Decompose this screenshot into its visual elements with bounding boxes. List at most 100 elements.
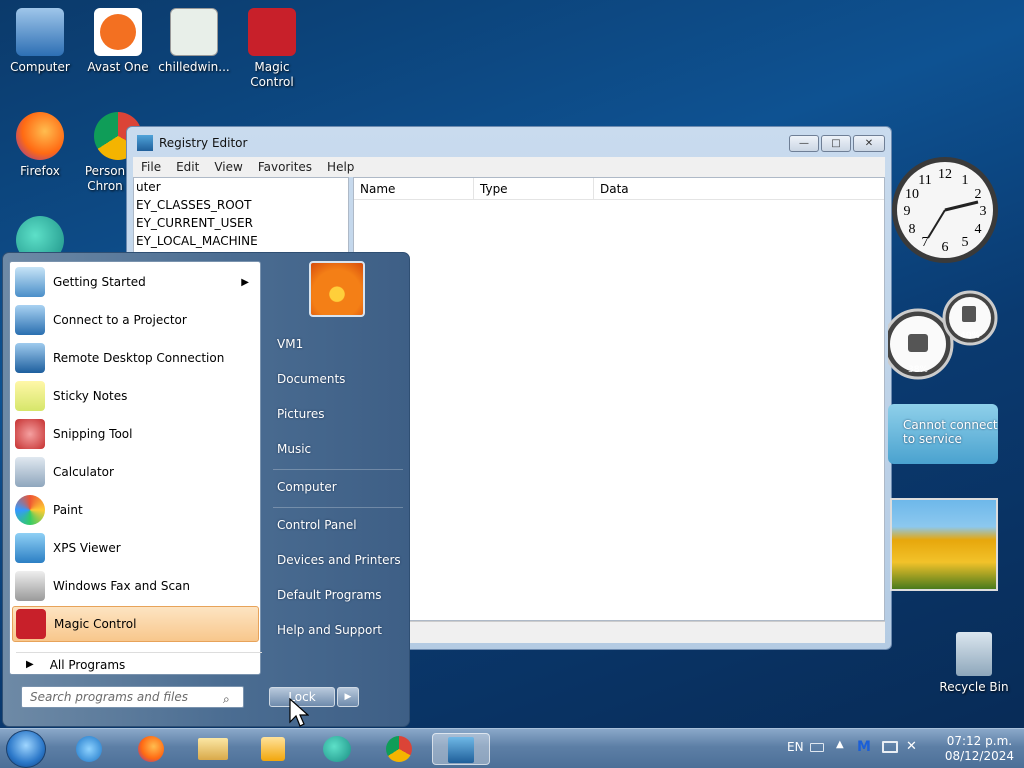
list-header: Name Type Data [354,178,884,200]
clock-number: 5 [962,235,969,250]
snipping-tool-icon [15,419,45,449]
menu-edit[interactable]: Edit [176,160,199,174]
avast-icon [94,8,142,56]
start-search-input[interactable]: Search programs and files ⌕ [21,686,244,708]
clock-number: 2 [975,187,982,202]
start-link-control-panel[interactable]: Control Panel [277,518,357,532]
clock-time: 07:12 p.m. [946,734,1013,748]
regedit-icon [448,737,474,763]
program-paint[interactable]: Paint [12,492,259,528]
sticky-notes-icon [15,381,45,411]
keyboard-icon[interactable] [810,743,824,752]
teal-app-icon [323,736,351,762]
desktop-icon-label: Avast One [87,60,149,74]
desktop-icon-label: chilledwin... [158,60,230,74]
menu-help[interactable]: Help [327,160,354,174]
menu-favorites[interactable]: Favorites [258,160,312,174]
clock-number: 12 [938,167,952,182]
search-icon[interactable]: ⌕ [223,689,237,706]
program-sticky-notes[interactable]: Sticky Notes [12,378,259,414]
desktop-icon-recycle-bin[interactable]: Recycle Bin [936,632,1012,695]
start-link-default-programs[interactable]: Default Programs [277,588,382,602]
program-xps-viewer[interactable]: XPS Viewer [12,530,259,566]
column-name[interactable]: Name [354,178,474,199]
program-calculator[interactable]: Calculator [12,454,259,490]
start-link-documents[interactable]: Documents [277,372,345,386]
clock-number: 3 [980,204,987,219]
weather-gadget[interactable]: Cannot connect to service [888,404,998,464]
start-link-user[interactable]: VM1 [277,337,303,351]
taskbar-teal-app[interactable] [318,733,356,765]
start-link-computer[interactable]: Computer [277,480,337,494]
taskbar-regedit[interactable] [432,733,490,765]
weather-text-line: Cannot connect [903,418,998,432]
tree-item[interactable]: EY_CLASSES_ROOT [134,196,348,214]
taskbar-internet-explorer[interactable] [70,733,108,765]
internet-explorer-icon [76,736,102,762]
menu-view[interactable]: View [214,160,242,174]
desktop-icon-chilledwin[interactable]: chilledwin... [156,8,232,75]
desktop-icon-label: Computer [10,60,70,74]
weather-text-line: to service [903,432,962,446]
program-connect-projector[interactable]: Connect to a Projector [12,302,259,338]
show-hidden-icons-icon[interactable]: ▲ [836,739,844,750]
tree-item[interactable]: EY_LOCAL_MACHINE [134,232,348,250]
taskbar-media-player[interactable] [254,733,292,765]
desktop-icon-computer[interactable]: Computer [2,8,78,75]
desktop-icon-firefox[interactable]: Firefox [2,112,78,179]
maximize-button[interactable]: □ [821,135,851,152]
desktop-icon-label: Firefox [20,164,60,178]
paint-icon [15,495,45,525]
window-title: Registry Editor [159,136,248,150]
start-button[interactable] [6,730,46,768]
taskbar-chrome[interactable] [380,733,418,765]
cpu-meter-gadget[interactable]: 38% 40% [888,288,1000,384]
clock-number: 6 [942,240,949,255]
close-button[interactable]: ✕ [853,135,885,152]
column-data[interactable]: Data [594,178,884,199]
clock-gadget[interactable]: 12 1 2 3 4 5 6 7 8 9 10 11 [890,150,1000,272]
status-bar [353,621,885,643]
tree-item[interactable]: uter [134,178,348,196]
start-separator [273,469,403,470]
start-link-pictures[interactable]: Pictures [277,407,325,421]
start-menu: Getting Started ▶ Connect to a Projector… [2,252,410,727]
program-magic-control[interactable]: Magic Control [12,606,259,642]
clock-number: 9 [904,204,911,219]
power-options-arrow-button[interactable]: ▶ [337,687,359,707]
minimize-button[interactable]: — [789,135,819,152]
program-label: Getting Started [53,275,146,289]
desktop-icon-avast[interactable]: Avast One [80,8,156,75]
menu-bar: File Edit View Favorites Help [133,157,885,177]
all-programs-button[interactable]: ▶ All Programs [16,652,262,676]
start-link-devices-printers[interactable]: Devices and Printers [277,553,401,567]
program-fax-scan[interactable]: Windows Fax and Scan [12,568,259,604]
taskbar-clock[interactable]: 07:12 p.m. 08/12/2024 [945,734,1014,764]
program-label: Magic Control [54,617,137,631]
slideshow-gadget[interactable] [890,498,998,591]
all-programs-arrow-icon: ▶ [26,659,34,670]
program-label: Calculator [53,465,114,479]
desktop-icon-magic-control[interactable]: Magic Control [234,8,310,90]
column-type[interactable]: Type [474,178,594,199]
start-link-help-support[interactable]: Help and Support [277,623,382,637]
program-getting-started[interactable]: Getting Started ▶ [12,264,259,300]
taskbar-firefox[interactable] [132,733,170,765]
program-snipping-tool[interactable]: Snipping Tool [12,416,259,452]
values-list[interactable]: Name Type Data [353,177,885,621]
language-indicator[interactable]: EN [787,740,804,754]
tree-item[interactable]: EY_CURRENT_USER [134,214,348,232]
network-icon[interactable] [882,741,898,753]
regedit-icon [137,135,153,151]
malwarebytes-icon[interactable]: M [857,739,871,755]
start-link-music[interactable]: Music [277,442,311,456]
volume-muted-icon[interactable]: ✕ [906,739,917,754]
user-avatar[interactable] [309,261,365,317]
program-label: Paint [53,503,83,517]
desktop-icon-label: Person Chron [84,164,126,193]
program-remote-desktop[interactable]: Remote Desktop Connection [12,340,259,376]
taskbar-explorer[interactable] [194,733,232,765]
getting-started-icon [15,267,45,297]
menu-file[interactable]: File [141,160,161,174]
title-bar[interactable]: Registry Editor [127,127,891,159]
